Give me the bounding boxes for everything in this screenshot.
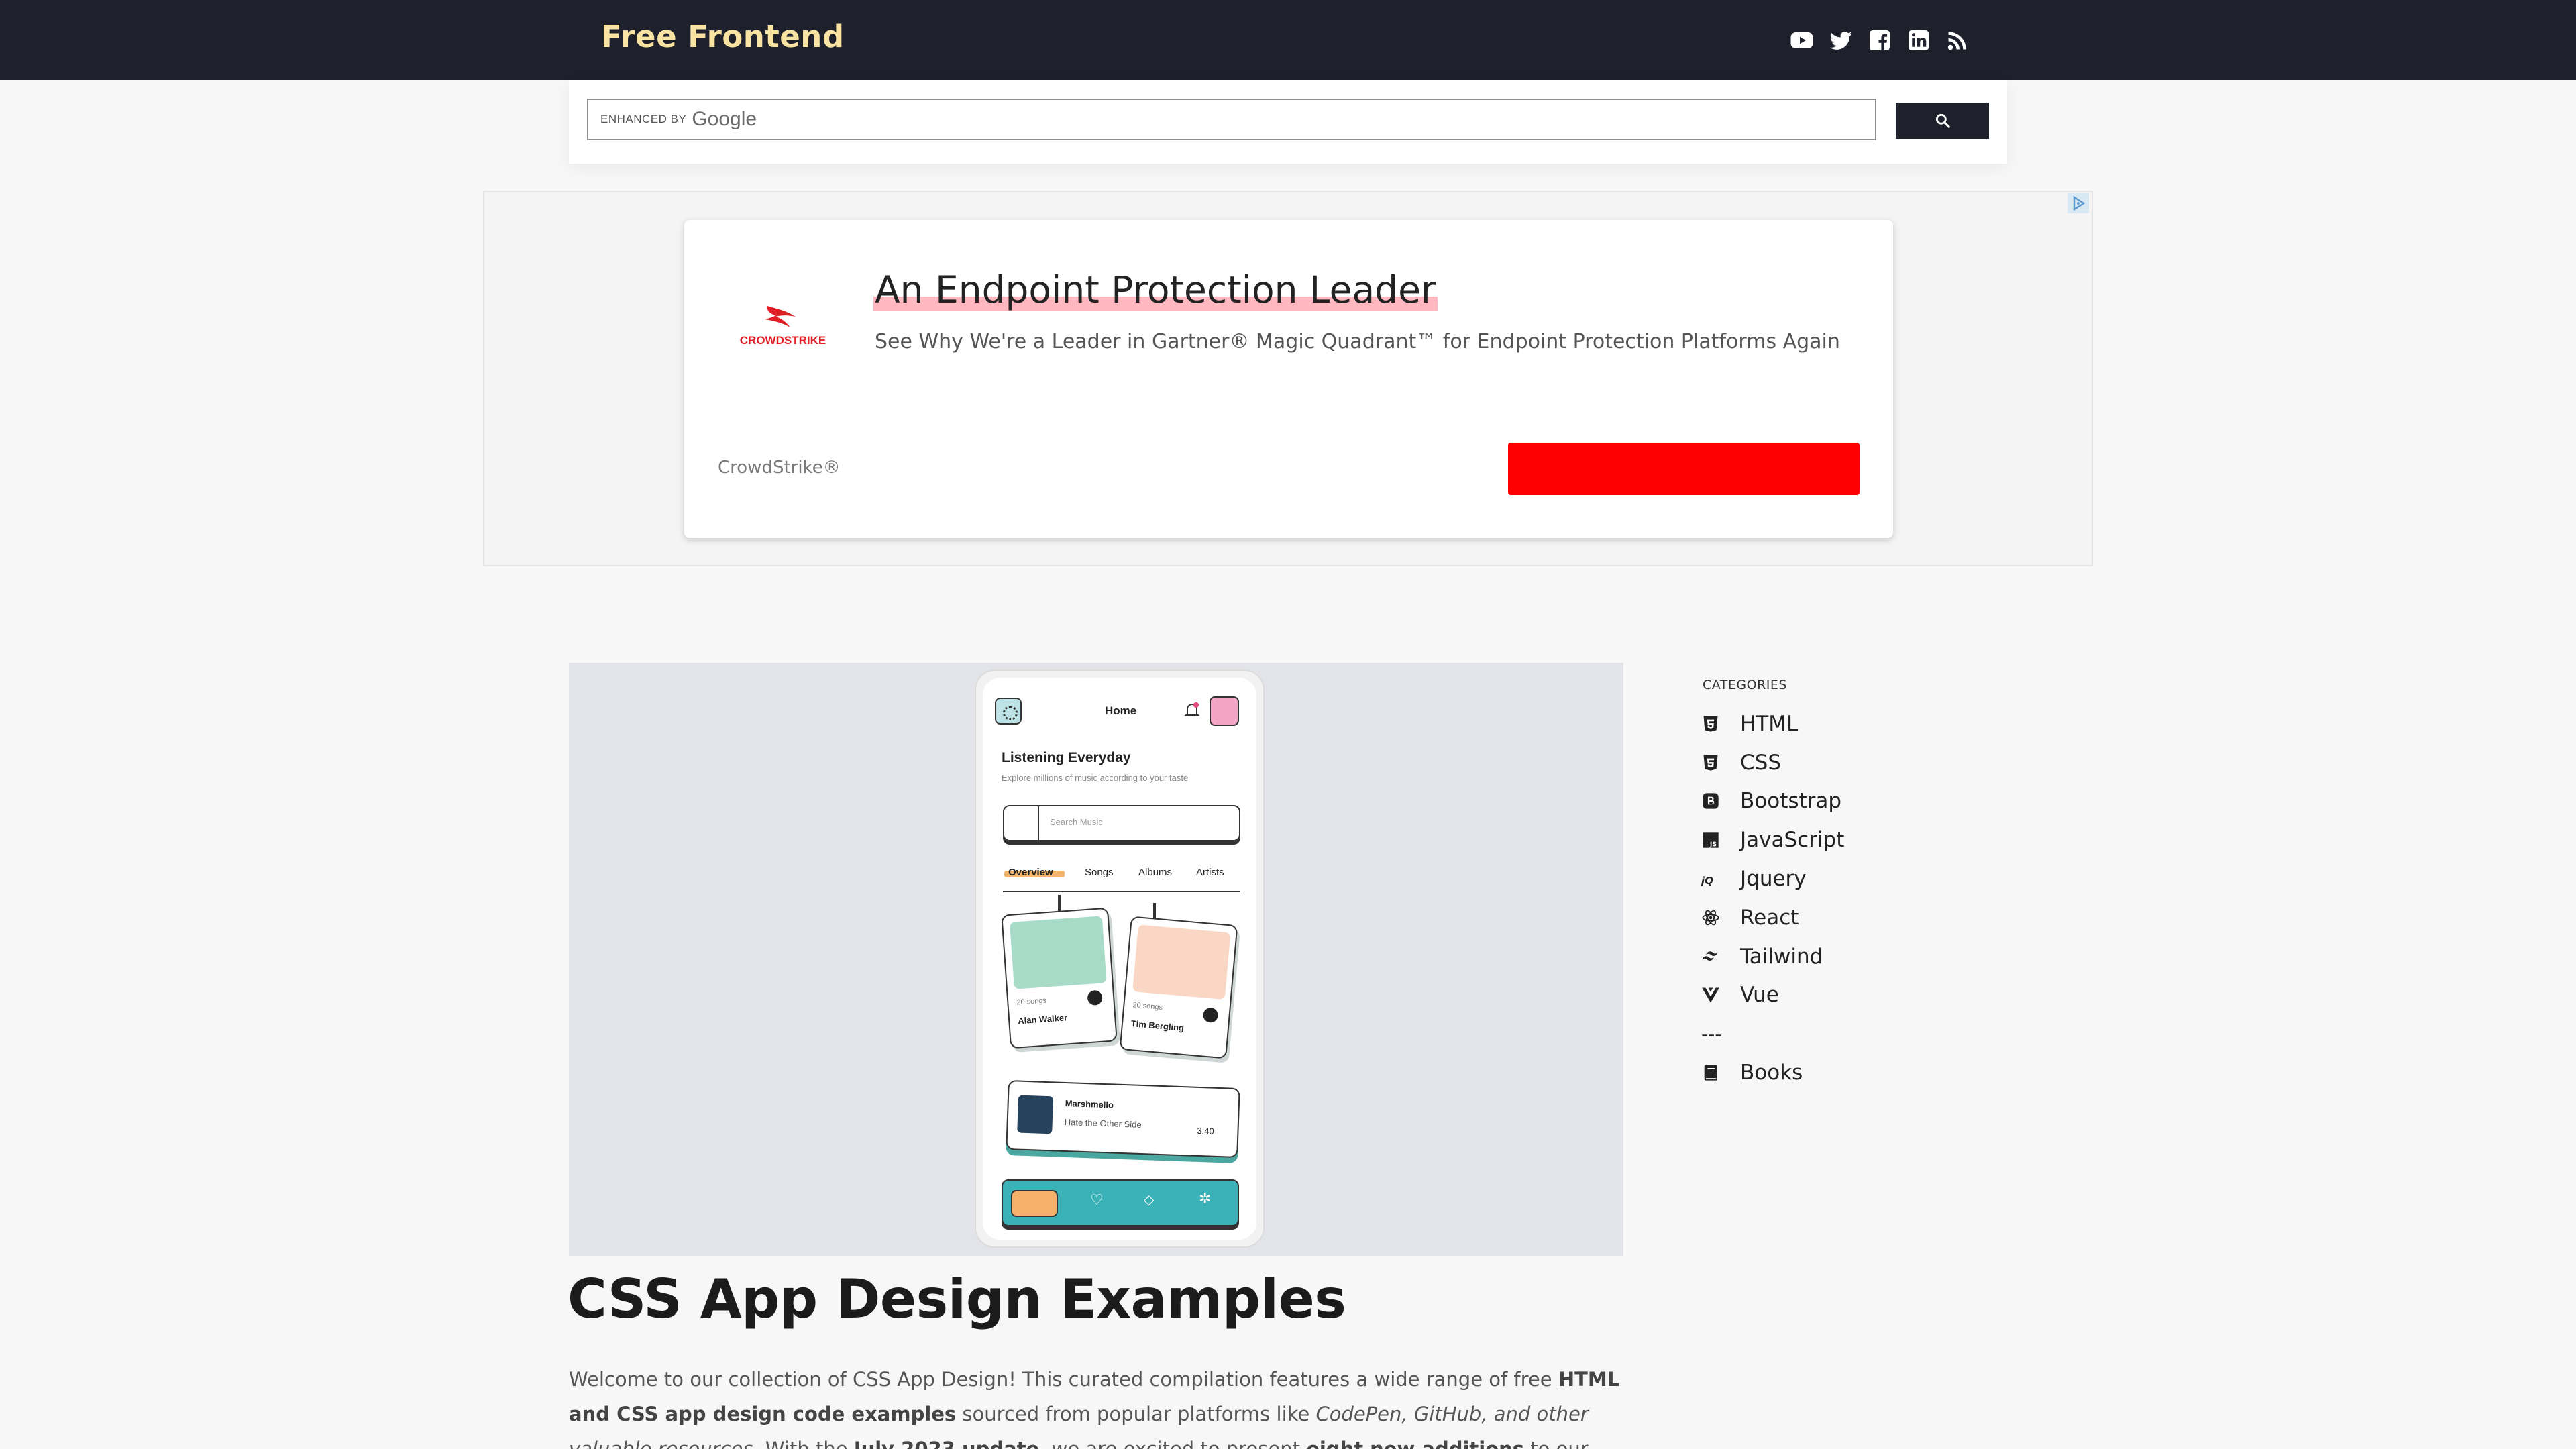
categories-heading: CATEGORIES [1703, 678, 1787, 692]
mockup-tab-rule [1003, 891, 1240, 892]
mockup-now-song: Hate the Other Side [1064, 1116, 1142, 1130]
category-list: HTML CSS Bootstrap JS JavaScript jQ Jque… [1701, 704, 1844, 1092]
site-logo-link[interactable]: Free Frontend [601, 19, 845, 54]
sidebar-item-books[interactable]: Books [1701, 1053, 1844, 1092]
youtube-icon[interactable] [1790, 28, 1814, 52]
settings-icon: ✲ [1199, 1190, 1212, 1207]
intro-bold: July 2023 update [853, 1438, 1040, 1449]
linkedin-icon[interactable] [1907, 28, 1931, 52]
advertisement: CROWDSTRIKE An Endpoint Protection Leade… [483, 191, 2093, 566]
sidebar-item-label: HTML [1740, 711, 1799, 736]
ad-headline[interactable]: An Endpoint Protection Leader [873, 268, 1438, 311]
javascript-icon: JS [1701, 830, 1720, 849]
mockup-now-playing: Marshmello Hate the Other Side 3:40 [1006, 1079, 1240, 1159]
page-title: CSS App Design Examples [568, 1268, 1346, 1330]
intro-bold: eight new additions [1306, 1438, 1525, 1449]
intro-paragraph: Welcome to our collection of CSS App Des… [569, 1362, 1629, 1449]
sidebar-item-jquery[interactable]: jQ Jquery [1701, 859, 1844, 898]
sidebar-item-react[interactable]: React [1701, 898, 1844, 937]
crowdstrike-logo: CROWDSTRIKE [733, 301, 833, 354]
top-navbar: Free Frontend [0, 0, 2576, 80]
site-search: ENHANCED BY Google [569, 80, 2007, 164]
mockup-card-artist: Alan Walker [1017, 1012, 1068, 1026]
separator-text: --- [1701, 1022, 1722, 1045]
svg-text:JS: JS [1709, 841, 1717, 849]
drop-icon: ◇ [1144, 1193, 1155, 1208]
mockup-now-time: 3:40 [1197, 1125, 1215, 1136]
app-mockup-phone: Home Listening Everyday Explore millions… [975, 669, 1265, 1248]
sidebar-item-label: Tailwind [1740, 944, 1823, 969]
sidebar-item-label: Books [1740, 1061, 1803, 1085]
mockup-now-artist: Marshmello [1065, 1097, 1114, 1110]
mockup-artist-card: 20 songs Alan Walker [1001, 907, 1118, 1049]
google-wordmark: Google [692, 108, 757, 130]
mockup-tab: Albums [1138, 867, 1173, 878]
facebook-icon[interactable] [1868, 28, 1892, 52]
sidebar-item-css[interactable]: CSS [1701, 743, 1844, 782]
mockup-header-title: Home [1105, 704, 1137, 717]
play-icon [1202, 1007, 1219, 1024]
ad-logo-text: CROWDSTRIKE [739, 334, 826, 347]
mockup-subheading: Explore millions of music according to y… [1002, 773, 1189, 783]
mockup-card-count: 20 songs [1016, 996, 1047, 1007]
html5-icon [1701, 714, 1720, 733]
sidebar-item-label: React [1740, 905, 1799, 930]
intro-text: . With the [753, 1438, 854, 1449]
intro-text: sourced from popular platforms like [956, 1403, 1316, 1426]
ad-card[interactable]: CROWDSTRIKE An Endpoint Protection Leade… [684, 220, 1893, 538]
svg-text:jQ: jQ [1701, 875, 1713, 887]
sidebar-item-vue[interactable]: Vue [1701, 976, 1844, 1015]
category-separator: --- [1701, 1014, 1844, 1053]
ad-advertiser[interactable]: CrowdStrike® [718, 458, 841, 478]
app-mockup-screen: Home Listening Everyday Explore millions… [983, 678, 1256, 1240]
mockup-tab: Songs [1085, 867, 1114, 878]
tailwind-icon [1701, 947, 1720, 966]
vue-icon [1701, 985, 1720, 1004]
react-icon [1701, 908, 1720, 927]
sidebar-item-label: Vue [1740, 983, 1779, 1008]
mockup-artist-card: 20 songs Tim Bergling [1119, 916, 1238, 1059]
ad-cta-button[interactable] [1508, 443, 1860, 495]
mockup-search-placeholder: Search Music [1050, 817, 1103, 827]
enhanced-by-label: ENHANCED BY [600, 113, 687, 125]
intro-text: Welcome to our collection of CSS App Des… [569, 1368, 1558, 1391]
mockup-search: Search Music [1003, 805, 1240, 841]
sidebar-item-bootstrap[interactable]: Bootstrap [1701, 782, 1844, 821]
app-logo-icon [995, 698, 1022, 724]
search-input[interactable]: ENHANCED BY Google [587, 99, 1876, 140]
featured-image[interactable]: Home Listening Everyday Explore millions… [569, 663, 1623, 1256]
search-icon [1935, 113, 1950, 128]
bootstrap-icon [1701, 792, 1720, 810]
mockup-bottom-nav: ♡ ◇ ✲ [1002, 1179, 1239, 1226]
sidebar-item-label: CSS [1740, 750, 1782, 775]
sidebar-item-html[interactable]: HTML [1701, 704, 1844, 743]
mockup-heading: Listening Everyday [1002, 750, 1131, 765]
book-icon [1701, 1063, 1720, 1082]
home-icon [1011, 1190, 1058, 1217]
twitter-icon[interactable] [1829, 28, 1853, 52]
play-icon [1087, 989, 1103, 1006]
sidebar-item-label: JavaScript [1740, 828, 1845, 853]
bell-icon [1184, 702, 1200, 719]
mockup-card-count: 20 songs [1132, 1001, 1163, 1012]
sidebar-item-javascript[interactable]: JS JavaScript [1701, 820, 1844, 859]
mockup-tab: Artists [1196, 867, 1224, 878]
sidebar-item-tailwind[interactable]: Tailwind [1701, 937, 1844, 976]
mockup-tab: Overview [1008, 867, 1053, 878]
search-button[interactable] [1896, 103, 1989, 139]
mockup-card-artist: Tim Bergling [1130, 1018, 1185, 1033]
sidebar-item-label: Bootstrap [1740, 789, 1842, 814]
intro-text: , we are excited to present [1039, 1438, 1307, 1449]
ad-description[interactable]: See Why We're a Leader in Gartner® Magic… [875, 330, 1840, 354]
heart-icon: ♡ [1090, 1191, 1104, 1208]
sidebar-item-label: Jquery [1740, 867, 1807, 892]
jquery-icon: jQ [1701, 869, 1720, 888]
adchoices-icon[interactable] [2068, 193, 2089, 213]
css3-icon [1701, 753, 1720, 772]
avatar [1210, 696, 1239, 726]
rss-icon[interactable] [1945, 28, 1970, 52]
social-links [1790, 28, 1970, 52]
